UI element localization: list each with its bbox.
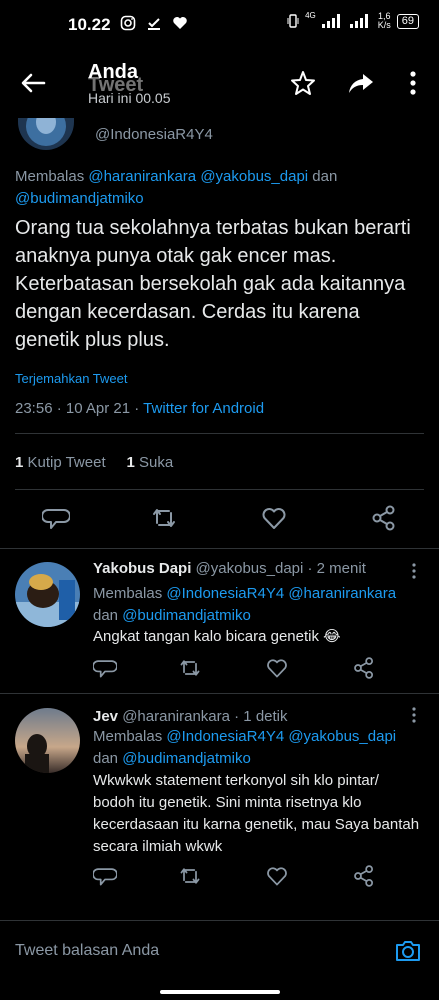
page-title: Anda [88,61,138,83]
camera-button[interactable] [393,936,423,966]
likes-stat[interactable]: 1 Suka [126,454,173,471]
reply-to-line: Membalas @haranirankara @yakobus_dapi da… [15,168,338,207]
battery-level: 69 [396,13,419,29]
reply-avatar[interactable] [15,562,80,627]
comment-icon [42,509,70,529]
reply-input[interactable]: Tweet balasan Anda [15,942,159,960]
more-options-button[interactable] [398,68,428,98]
share-icon [372,505,395,531]
heart-icon [267,867,287,886]
divider [15,433,424,434]
mention-link[interactable]: @budimandjatmiko [122,607,251,624]
reply-button[interactable] [42,504,70,532]
share-icon [354,865,373,887]
retweet-button[interactable] [150,504,178,532]
reply-body: Angkat tangan kalo bicara genetik 😂 [93,628,341,645]
signal-2-icon [349,14,368,28]
share-header-button[interactable] [346,68,376,98]
quote-tweets-stat[interactable]: 1 Kutip Tweet [15,454,106,471]
page-subtitle: Hari ini 00.05 [88,90,171,106]
avatar-image [15,708,80,773]
kebab-menu-icon [410,71,416,95]
reply-header: Yakobus Dapi @yakobus_dapi · 2 menit [93,560,366,577]
retweet-button[interactable] [178,864,202,888]
mention-link[interactable]: @yakobus_dapi [200,168,308,185]
reply-to-line: Membalas @IndonesiaR4Y4 @haranirankara da… [93,585,397,624]
star-icon [291,71,315,95]
source-link[interactable]: Twitter for Android [143,400,264,417]
status-right: 4G 1,6 K/s 69 [287,10,419,30]
comment-icon [93,660,117,678]
like-button[interactable] [265,864,289,888]
share-button[interactable] [352,864,376,888]
network-type: 4G [305,10,316,20]
share-button[interactable] [352,656,376,680]
comment-icon [93,868,117,886]
reply-header: Jev @haranirankara · 1 detik [93,708,288,725]
share-button[interactable] [370,504,398,532]
reply-more-button[interactable] [411,706,417,724]
mention-link[interactable]: @budimandjatmiko [122,750,251,767]
camera-icon [396,941,420,961]
reply-handle-time: @yakobus_dapi · 2 menit [191,560,366,577]
reply-tweet[interactable]: Yakobus Dapi @yakobus_dapi · 2 menit Mem… [0,548,439,694]
tweet-timestamp: 23:56 · 10 Apr 21 · Twitter for Android [15,400,265,417]
network-speed: 1,6 K/s [377,11,391,30]
reply-button[interactable] [93,864,117,888]
author-handle[interactable]: @IndonesiaR4Y4 [95,126,213,143]
like-button[interactable] [265,656,289,680]
avatar-image [18,118,74,150]
tweet-stats: 1 Kutip Tweet 1 Suka [15,454,173,471]
status-icons [120,15,188,31]
share-arrow-icon [349,74,373,93]
instagram-icon [120,15,136,31]
avatar-image [15,562,80,627]
like-button[interactable] [260,504,288,532]
download-check-icon [148,18,160,30]
signal-icon [321,14,340,28]
reply-author-name[interactable]: Yakobus Dapi [93,560,191,577]
mention-link[interactable]: @IndonesiaR4Y4 @haranirankara [166,585,396,602]
share-icon [354,657,373,679]
status-time: 10.22 [68,15,111,34]
reply-button[interactable] [93,656,117,680]
retweet-icon [180,660,200,676]
star-button[interactable] [288,68,318,98]
kebab-menu-icon [412,707,416,723]
mention-link[interactable]: @budimandjatmiko [15,190,144,207]
tweet-body: Orang tua sekolahnya terbatas bukan bera… [15,217,411,351]
retweet-icon [180,868,200,884]
heart-status-icon [173,17,187,29]
reply-to-line: Membalas @IndonesiaR4Y4 @yakobus_dapi dan… [93,728,397,767]
retweet-button[interactable] [178,656,202,680]
retweet-icon [153,509,175,527]
author-avatar[interactable] [18,118,74,150]
reply-tweet[interactable]: Jev @haranirankara · 1 detik Membalas @I… [0,694,439,916]
back-button[interactable] [18,68,48,98]
divider [15,489,424,490]
mention-link[interactable]: @haranirankara [88,168,196,185]
vibrate-icon [287,14,299,28]
back-arrow-icon [21,73,46,93]
reply-avatar[interactable] [15,708,80,773]
mention-link[interactable]: @IndonesiaR4Y4 @yakobus_dapi [166,728,396,745]
top-header: Tweet Anda Hari ini 00.05 [0,48,439,118]
translate-link[interactable]: Terjemahkan Tweet [15,371,128,386]
kebab-menu-icon [412,563,416,579]
status-bar: 10.22 4G 1,6 K/s 69 [0,0,439,48]
reply-author-name[interactable]: Jev [93,708,118,725]
reply-handle-time: @haranirankara · 1 detik [118,708,288,725]
heart-icon [262,508,286,529]
reply-composer[interactable]: Tweet balasan Anda [0,920,439,984]
reply-body: Wkwkwk statement terkonyol sih klo pinta… [93,772,420,855]
home-indicator [160,990,280,994]
heart-icon [267,659,287,678]
reply-more-button[interactable] [411,562,417,580]
